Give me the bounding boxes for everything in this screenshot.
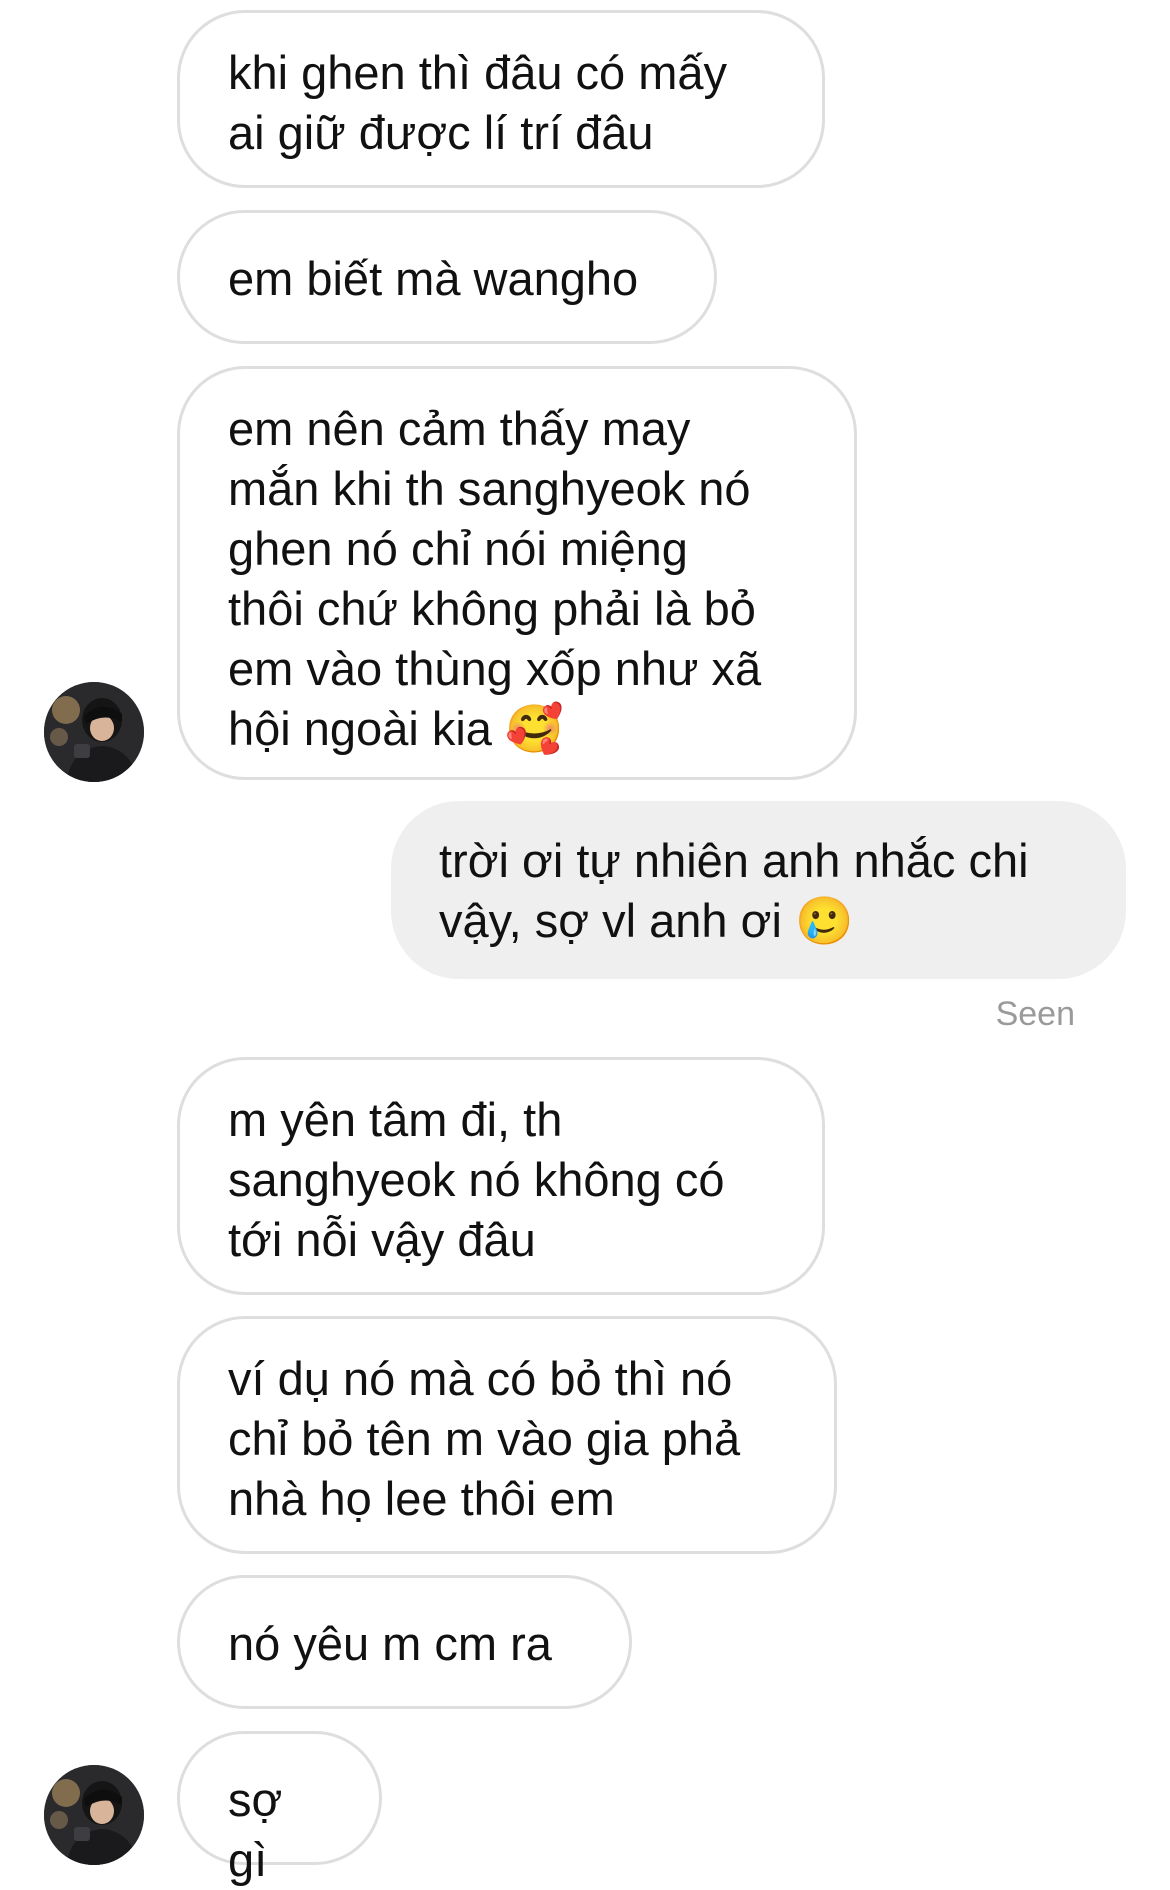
avatar-photo-icon xyxy=(44,682,144,782)
seen-receipt: Seen xyxy=(995,995,1075,1033)
message-bubble-incoming[interactable]: sợ gì xyxy=(177,1731,382,1886)
message-bubble-incoming[interactable]: m yên tâm đi, th sanghyeok nó không có t… xyxy=(177,1057,825,1295)
message-bubble-incoming[interactable]: em biết mà wangho xyxy=(177,210,717,344)
contact-avatar[interactable] xyxy=(44,1765,144,1865)
avatar-photo-icon xyxy=(44,1765,144,1865)
message-bubble-incoming[interactable]: em nên cảm thấy may mắn khi th sanghyeok… xyxy=(177,366,857,780)
message-bubble-incoming[interactable]: khi ghen thì đâu có mấy ai giữ được lí t… xyxy=(177,10,825,188)
message-bubble-outgoing[interactable]: trời ơi tự nhiên anh nhắc chi vậy, sợ vl… xyxy=(391,801,1126,979)
message-bubble-incoming[interactable]: ví dụ nó mà có bỏ thì nó chỉ bỏ tên m và… xyxy=(177,1316,837,1554)
contact-avatar[interactable] xyxy=(44,682,144,782)
message-bubble-incoming[interactable]: nó yêu m cm ra xyxy=(177,1575,632,1709)
